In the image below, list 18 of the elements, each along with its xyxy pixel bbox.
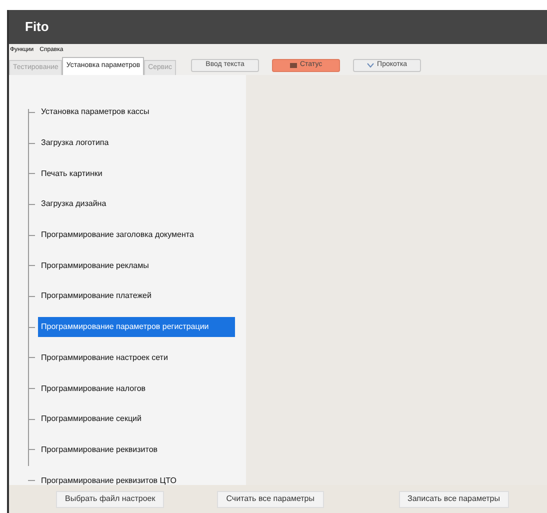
action-button[interactable]: Считать все параметры (217, 490, 324, 508)
tree-item[interactable]: Программирование реквизитов (38, 440, 161, 460)
chevron-down-icon (367, 63, 374, 68)
action-button[interactable]: Выбрать файл настроек (56, 490, 164, 508)
tree-item[interactable]: Программирование параметров регистрации (38, 317, 235, 338)
tree-item[interactable]: Загрузка логотипа (38, 133, 112, 154)
action-button[interactable]: Записать все параметры (398, 490, 509, 508)
tree-item[interactable]: Программирование настроек сети (38, 348, 171, 368)
tree-item[interactable]: Печать картинки (38, 164, 106, 184)
tree-item[interactable]: Загрузка дизайна (38, 194, 110, 214)
tree-item[interactable]: Программирование реквизитов ЦТО (38, 470, 180, 491)
window-title: Fito (25, 18, 49, 36)
tree-item[interactable]: Программирование платежей (38, 286, 154, 306)
tree-item[interactable]: Программирование налогов (38, 378, 149, 399)
tree-item[interactable]: Установка параметров кассы (38, 102, 152, 122)
tree-item[interactable]: Программирование заголовка документа (38, 225, 197, 246)
tree-item[interactable]: Программирование рекламы (38, 256, 152, 276)
tree-item[interactable]: Программирование секций (38, 409, 144, 430)
